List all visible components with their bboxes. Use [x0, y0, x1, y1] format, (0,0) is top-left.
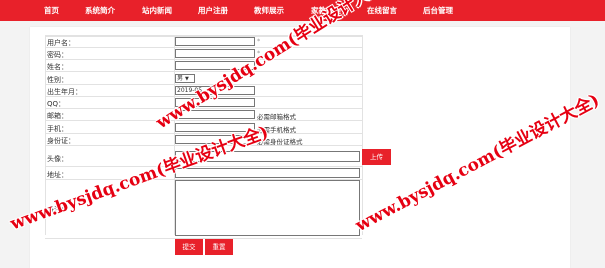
nav-teachers[interactable]: 教师展示	[254, 0, 284, 21]
nav-home[interactable]: 首页	[44, 0, 59, 21]
table-row	[45, 238, 362, 239]
table-row	[45, 108, 362, 109]
chevron-down-icon: ▼	[185, 76, 189, 82]
table-border-right	[362, 35, 363, 235]
gender-select-value: 男	[177, 75, 184, 82]
table-row	[45, 47, 362, 48]
username-label: 用户名：	[47, 39, 75, 47]
nav-messages[interactable]: 在线留言	[367, 0, 397, 21]
reset-button[interactable]: 重置	[205, 239, 233, 255]
nav-register[interactable]: 用户注册	[198, 0, 228, 21]
submit-button[interactable]: 提交	[175, 239, 203, 255]
address-label: 地址：	[47, 171, 68, 179]
birth-label: 出生年月：	[47, 88, 82, 96]
nav-news[interactable]: 站内新闻	[142, 0, 172, 21]
gender-select[interactable]: 男 ▼	[175, 74, 195, 83]
address-input[interactable]	[175, 168, 360, 178]
nav-intro[interactable]: 系统简介	[85, 0, 115, 21]
table-row	[45, 59, 362, 60]
phone-label: 手机：	[47, 125, 68, 133]
avatar-label: 头像：	[47, 155, 68, 163]
remark-textarea[interactable]	[175, 180, 360, 236]
upload-button[interactable]: 上传	[362, 149, 391, 165]
name-label: 姓名：	[47, 63, 68, 71]
nav-admin[interactable]: 后台管理	[423, 0, 453, 21]
email-label: 邮箱：	[47, 112, 68, 120]
table-row	[45, 133, 362, 134]
qq-label: QQ：	[47, 100, 66, 108]
username-input[interactable]	[175, 37, 255, 46]
password-label: 密码：	[47, 51, 68, 59]
table-row	[45, 71, 362, 72]
idcard-label: 身份证：	[47, 137, 75, 145]
gender-label: 性别：	[47, 76, 68, 84]
table-row	[45, 166, 362, 167]
table-row	[45, 120, 362, 121]
